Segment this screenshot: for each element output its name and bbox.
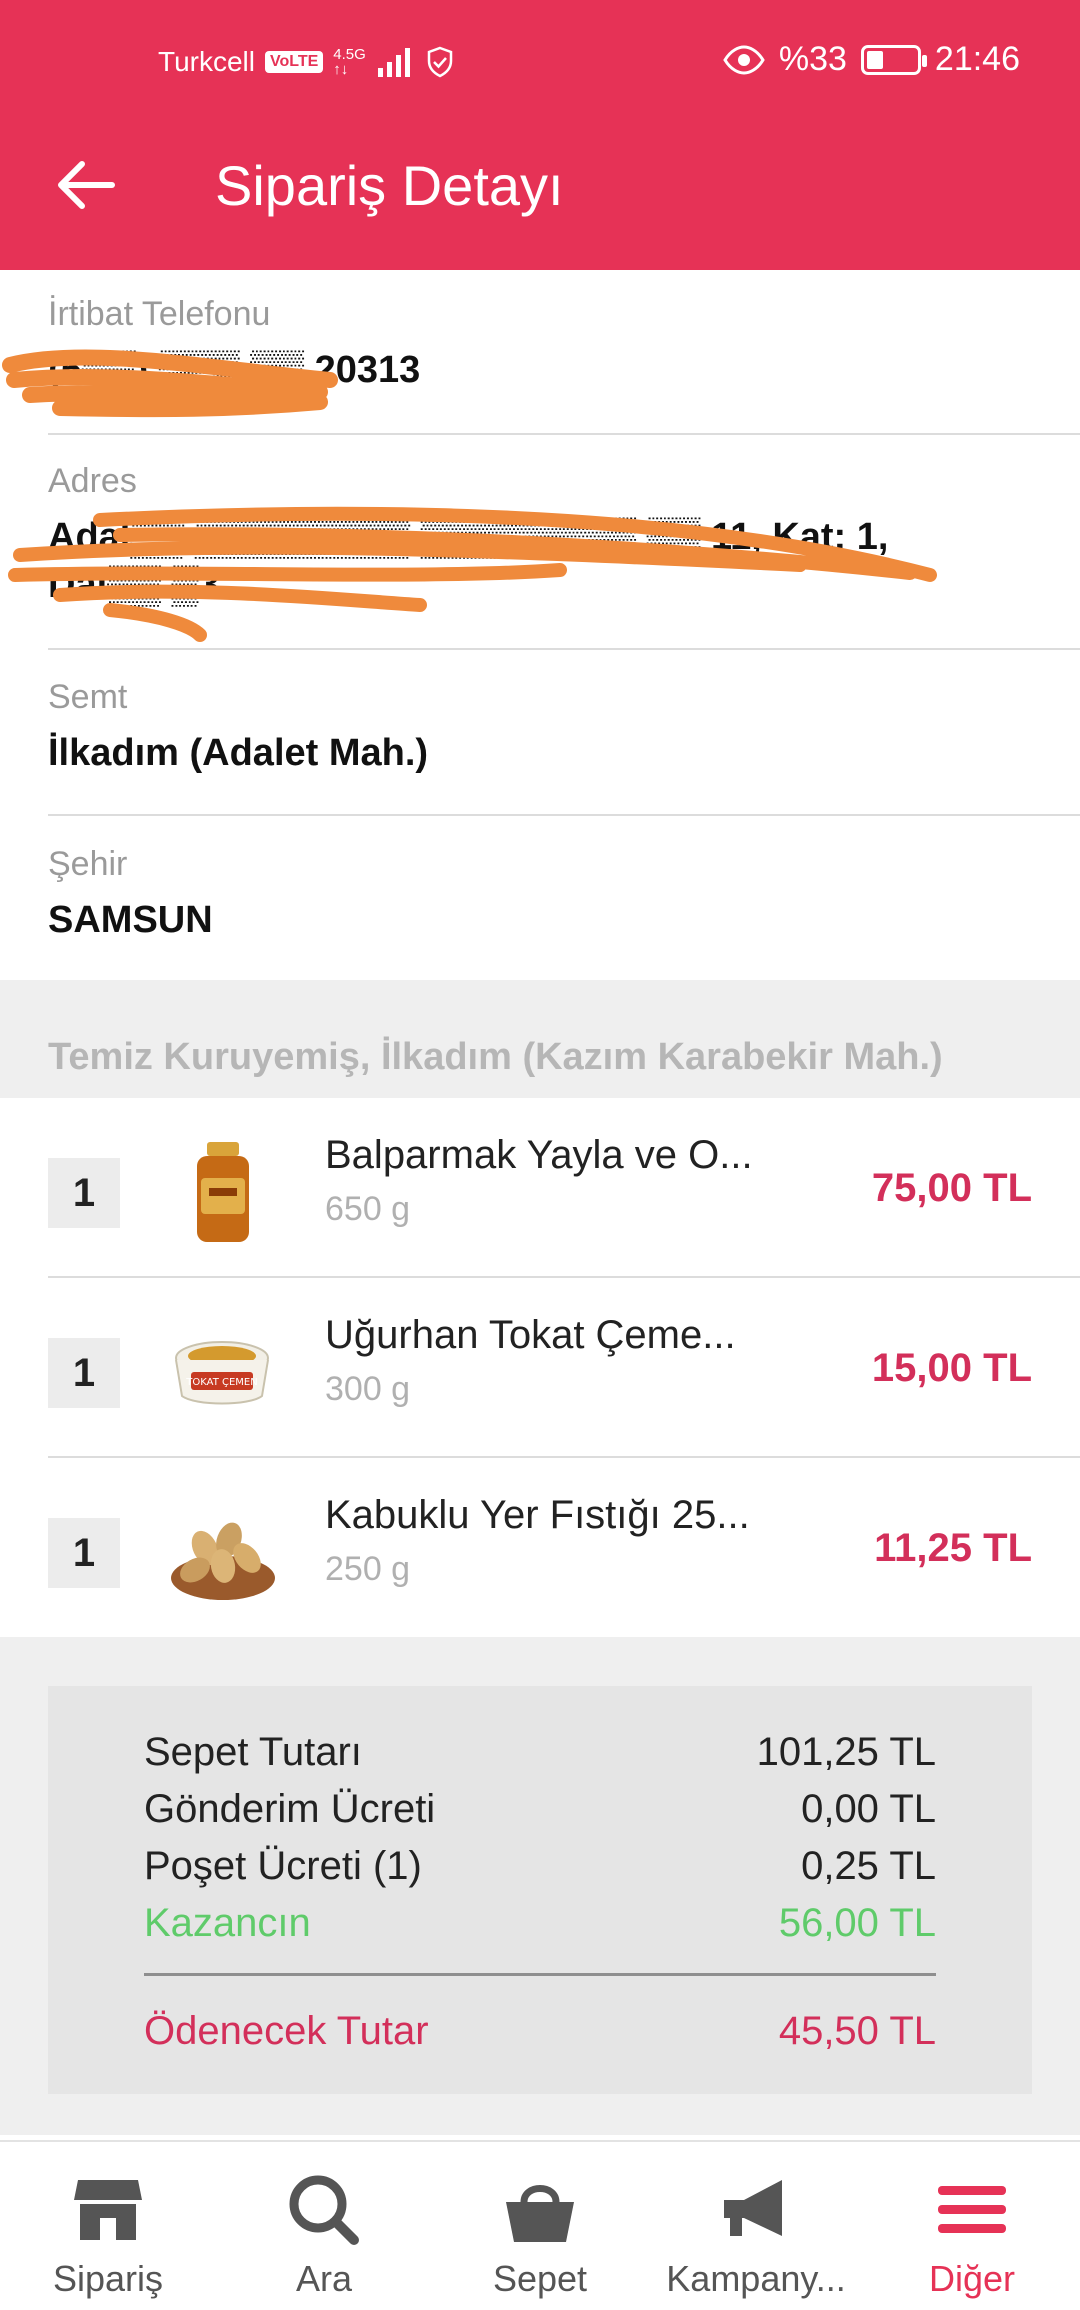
summary-card: Sepet Tutarı 101,25 TL Gönderim Ücreti 0… bbox=[48, 1686, 1032, 2094]
network-type-bottom: ↑↓ bbox=[333, 61, 349, 78]
cemen-tub-icon: TOKAT ÇEMEN bbox=[175, 1341, 269, 1405]
city-field: Şehir SAMSUN bbox=[48, 845, 1080, 980]
city-label: Şehir bbox=[48, 845, 128, 883]
battery-icon bbox=[860, 44, 927, 75]
menu-icon bbox=[938, 2186, 1006, 2233]
district-value: İlkadım (Adalet Mah.) bbox=[48, 732, 429, 774]
item-weight: 300 g bbox=[325, 1370, 411, 1408]
order-item[interactable]: 1 TOKAT ÇEMEN Uğurhan Tokat Çeme... 300 … bbox=[0, 1278, 1080, 1458]
item-name: Uğurhan Tokat Çeme... bbox=[325, 1313, 736, 1357]
megaphone-icon bbox=[724, 2180, 782, 2236]
page-title: Sipariş Detayı bbox=[215, 154, 564, 217]
item-quantity: 1 bbox=[48, 1338, 120, 1408]
svg-text:TOKAT ÇEMEN: TOKAT ÇEMEN bbox=[185, 1377, 257, 1388]
basket-icon bbox=[506, 2185, 574, 2242]
order-item[interactable]: 1 Balparmak Yayla ve O... 650 g 75,00 TL bbox=[0, 1098, 1080, 1278]
savings-label: Kazancın bbox=[144, 1901, 311, 1945]
nav-label: Sipariş bbox=[52, 2258, 164, 2299]
battery-percent: %33 bbox=[778, 40, 847, 78]
item-name: Kabuklu Yer Fıstığı 25... bbox=[325, 1493, 750, 1537]
battery-fill bbox=[866, 50, 883, 69]
phone-label: İrtibat Telefonu bbox=[48, 295, 271, 333]
address-label: Adres bbox=[48, 462, 137, 500]
phone-value: (5▒▒) ▒▒▒ ▒▒ 20313 bbox=[48, 349, 421, 391]
address-value: Adal▒▒ ▒▒▒▒▒▒▒▒ ▒▒▒▒▒▒▒▒ ▒▒ 11, Kat: 1, … bbox=[48, 516, 889, 606]
item-quantity: 1 bbox=[48, 1518, 120, 1588]
nav-label: Diğer bbox=[928, 2258, 1016, 2299]
nav-kampanya[interactable]: Kampany... bbox=[648, 2142, 864, 2310]
savings-row: Kazancın 56,00 TL bbox=[144, 1901, 936, 1946]
volte-badge: VoLTE bbox=[264, 51, 324, 73]
item-price: 15,00 TL bbox=[871, 1346, 1032, 1390]
network-type: 4.5G ↑↓ bbox=[333, 47, 366, 77]
nav-diger[interactable]: Diğer bbox=[864, 2142, 1080, 2310]
nav-ara[interactable]: Ara bbox=[216, 2142, 432, 2310]
nav-label: Kampany... bbox=[666, 2258, 846, 2299]
status-bar: Turkcell VoLTE 4.5G ↑↓ %33 21:46 bbox=[0, 38, 1080, 88]
total-label: Ödenecek Tutar bbox=[144, 2009, 429, 2053]
phone-field: İrtibat Telefonu (5▒▒) ▒▒▒ ▒▒ 20313 bbox=[48, 295, 1080, 435]
nav-label: Ara bbox=[295, 2258, 353, 2299]
bag-fee-value: 0,25 TL bbox=[801, 1844, 936, 1888]
basket-total-row: Sepet Tutarı 101,25 TL bbox=[144, 1730, 936, 1775]
summary-divider bbox=[144, 1973, 936, 1976]
back-arrow-icon[interactable] bbox=[52, 152, 118, 218]
district-label: Semt bbox=[48, 678, 128, 716]
eye-icon bbox=[723, 44, 765, 75]
city-value: SAMSUN bbox=[48, 899, 213, 941]
peanut-bowl-icon bbox=[171, 1522, 275, 1600]
store-name: Temiz Kuruyemiş, İlkadım (Kazım Karabeki… bbox=[48, 1036, 943, 1078]
bag-fee-label: Poşet Ücreti (1) bbox=[144, 1844, 422, 1888]
bottom-nav: Sipariş Ara Sepet Kampany... Diğer bbox=[0, 2140, 1080, 2310]
signal-icon bbox=[377, 48, 410, 77]
order-item[interactable]: 1 Kabuklu Yer Fıstığı 25... 250 g 11,25 … bbox=[0, 1458, 1080, 1638]
nav-sepet[interactable]: Sepet bbox=[432, 2142, 648, 2310]
shipping-label: Gönderim Ücreti bbox=[144, 1787, 436, 1831]
bag-fee-row: Poşet Ücreti (1) 0,25 TL bbox=[144, 1844, 936, 1889]
item-quantity: 1 bbox=[48, 1158, 120, 1228]
network-type-top: 4.5G bbox=[333, 46, 366, 63]
carrier-name: Turkcell bbox=[158, 46, 255, 77]
item-weight: 250 g bbox=[325, 1550, 411, 1588]
shield-check-icon bbox=[427, 46, 453, 78]
app-header: Turkcell VoLTE 4.5G ↑↓ %33 21:46 Sipariş… bbox=[0, 0, 1080, 270]
total-value: 45,50 TL bbox=[778, 2009, 936, 2053]
nav-siparis[interactable]: Sipariş bbox=[0, 2142, 216, 2310]
status-right: %33 21:46 bbox=[723, 40, 1020, 79]
item-name: Balparmak Yayla ve O... bbox=[325, 1133, 753, 1177]
store-banner: Temiz Kuruyemiş, İlkadım (Kazım Karabeki… bbox=[0, 980, 1080, 1098]
shipping-row: Gönderim Ücreti 0,00 TL bbox=[144, 1787, 936, 1832]
district-field: Semt İlkadım (Adalet Mah.) bbox=[48, 678, 1080, 816]
store-icon bbox=[74, 2180, 142, 2240]
item-price: 11,25 TL bbox=[874, 1526, 1032, 1570]
item-price: 75,00 TL bbox=[871, 1166, 1032, 1210]
clock: 21:46 bbox=[934, 40, 1020, 78]
honey-jar-icon bbox=[197, 1142, 249, 1242]
savings-value: 56,00 TL bbox=[778, 1901, 936, 1945]
basket-total-label: Sepet Tutarı bbox=[144, 1730, 362, 1774]
shipping-value: 0,00 TL bbox=[801, 1787, 936, 1831]
total-row: Ödenecek Tutar 45,50 TL bbox=[144, 2009, 936, 2054]
address-field: Adres Adal▒▒ ▒▒▒▒▒▒▒▒ ▒▒▒▒▒▒▒▒ ▒▒ 11, Ka… bbox=[48, 462, 1080, 650]
status-left: Turkcell VoLTE 4.5G ↑↓ bbox=[158, 46, 454, 78]
item-weight: 650 g bbox=[325, 1190, 411, 1228]
nav-label: Sepet bbox=[492, 2258, 588, 2299]
basket-total-value: 101,25 TL bbox=[756, 1730, 936, 1774]
search-icon bbox=[289, 2175, 359, 2245]
